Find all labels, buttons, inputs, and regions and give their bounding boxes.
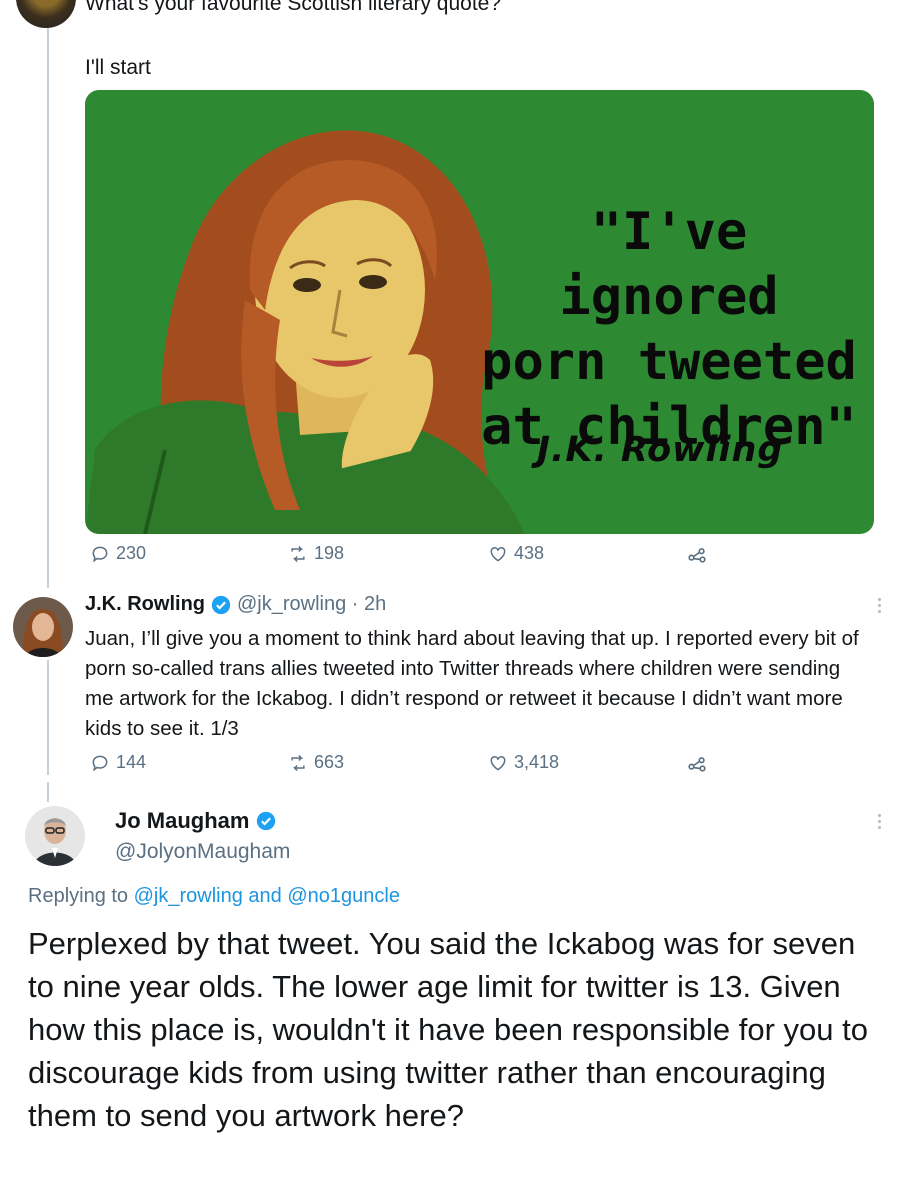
like-button[interactable]: 438: [488, 543, 544, 564]
display-name[interactable]: J.K. Rowling: [85, 593, 205, 616]
avatar[interactable]: [13, 597, 73, 657]
portrait-illustration: [85, 130, 525, 534]
handle[interactable]: @JolyonMaugham: [115, 840, 290, 864]
thread-line: [47, 782, 49, 802]
tweet-actions: 230 198 438: [90, 543, 730, 573]
reply-count: 144: [116, 752, 147, 772]
tweet-text: Perplexed by that tweet. You said the Ic…: [28, 926, 868, 1133]
like-count: 3,418: [514, 752, 560, 772]
reply-icon: [92, 755, 108, 771]
quote-line: "I've ignored: [559, 202, 779, 327]
retweet-count: 663: [314, 752, 345, 772]
retweet-icon: [291, 754, 305, 771]
tweet-header: Jo Maugham: [115, 808, 277, 834]
like-count: 438: [514, 543, 545, 563]
replying-to: Replying to @jk_rowling and @no1guncle: [28, 885, 400, 908]
heart-icon: [490, 755, 506, 771]
tweet-header: J.K. Rowling @jk_rowling · 2h: [85, 593, 386, 616]
handle-and-time[interactable]: @jk_rowling · 2h: [237, 593, 386, 616]
tweet-text: What's your favourite Scottish literary …: [85, 0, 502, 15]
more-options-icon[interactable]: [877, 598, 883, 616]
retweet-button[interactable]: 663: [288, 752, 344, 773]
quote-text: "I've ignored porn tweeted at children": [469, 200, 869, 460]
replying-and: and: [242, 885, 288, 907]
replying-prefix: Replying to: [28, 885, 134, 907]
mention-link[interactable]: @no1guncle: [287, 885, 400, 907]
avatar[interactable]: [16, 0, 76, 28]
thread-line: [47, 28, 49, 588]
reply-button[interactable]: 230: [90, 543, 146, 564]
avatar[interactable]: [25, 806, 85, 866]
retweet-icon: [291, 545, 305, 562]
heart-icon: [490, 546, 506, 562]
quote-line: porn tweeted: [481, 332, 857, 392]
share-button[interactable]: [686, 543, 708, 565]
tweet-actions: 144 663 3,418: [90, 752, 730, 782]
avatar-image: [13, 597, 73, 657]
thread-line: [47, 660, 49, 775]
verified-badge-icon: [210, 594, 232, 616]
display-name[interactable]: Jo Maugham: [115, 808, 249, 834]
avatar-image: [25, 806, 85, 866]
tweet-text: Juan, I’ll give you a moment to think ha…: [85, 627, 859, 740]
reply-button[interactable]: 144: [90, 752, 146, 773]
tweet-text: I'll start: [85, 56, 151, 79]
retweet-count: 198: [314, 543, 345, 563]
mention-link[interactable]: @jk_rowling: [134, 885, 243, 907]
share-icon: [688, 548, 706, 563]
reply-icon: [92, 546, 108, 562]
retweet-button[interactable]: 198: [288, 543, 344, 564]
like-button[interactable]: 3,418: [488, 752, 559, 773]
tweet-image[interactable]: "I've ignored porn tweeted at children" …: [85, 90, 874, 534]
share-icon: [688, 757, 706, 772]
verified-badge-icon: [255, 810, 277, 832]
quote-author: J.K. Rowling: [537, 430, 784, 470]
more-options-icon[interactable]: [877, 814, 883, 832]
share-button[interactable]: [686, 752, 708, 774]
reply-count: 230: [116, 543, 147, 563]
